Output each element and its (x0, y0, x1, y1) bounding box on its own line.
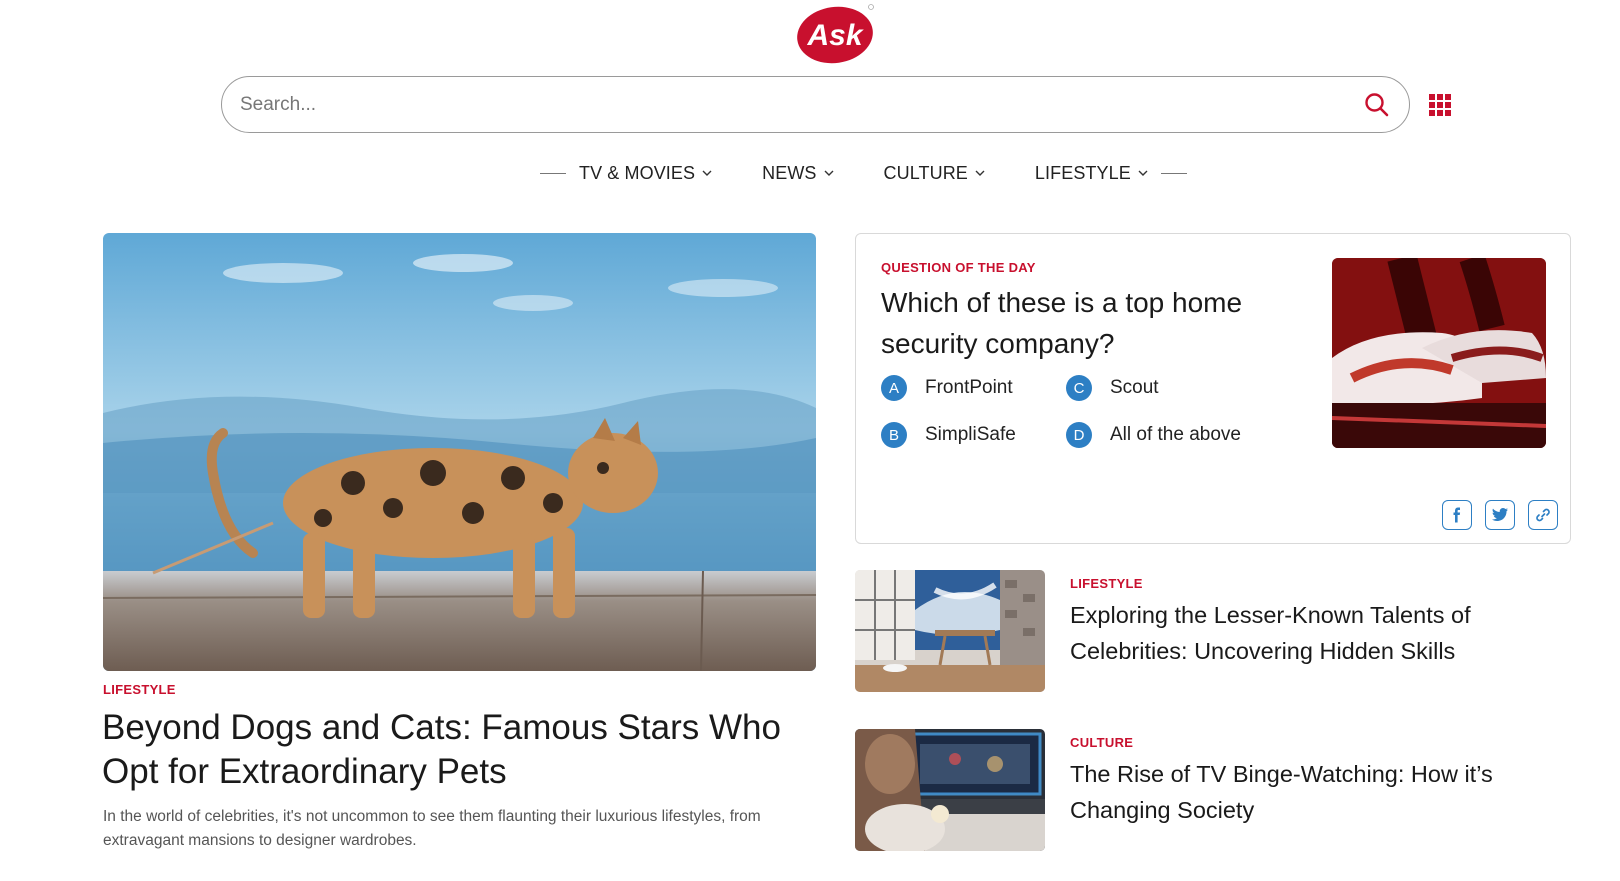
side-article-category[interactable]: LIFESTYLE (1070, 576, 1143, 591)
question-card: QUESTION OF THE DAY Which of these is a … (855, 233, 1571, 544)
side-article-category[interactable]: CULTURE (1070, 735, 1133, 750)
hero-image[interactable] (103, 233, 816, 671)
answer-text: SimpliSafe (925, 424, 1016, 445)
apps-grid-icon[interactable] (1429, 94, 1451, 116)
nav-divider-left (540, 172, 566, 174)
answer-option-b[interactable]: B SimpliSafe (881, 422, 1016, 448)
hero-description: In the world of celebrities, it's not un… (103, 808, 761, 849)
answer-text: All of the above (1110, 424, 1241, 445)
side-article-image[interactable] (855, 570, 1045, 692)
facebook-icon[interactable] (1442, 500, 1472, 530)
answer-option-c[interactable]: C Scout (1066, 375, 1159, 401)
question-text: Which of these is a top home security co… (881, 287, 1243, 359)
side-article-title[interactable]: The Rise of TV Binge-Watching: How it’s … (1070, 756, 1570, 828)
search-bar (221, 76, 1410, 133)
question-label: QUESTION OF THE DAY (881, 260, 1036, 275)
chevron-down-icon (702, 170, 712, 176)
hero-title[interactable]: Beyond Dogs and Cats: Famous Stars Who O… (102, 706, 822, 794)
chevron-down-icon (1138, 170, 1148, 176)
main-nav: TV & MOVIES NEWS CULTURE LIFESTYLE (540, 160, 1187, 186)
answer-option-a[interactable]: A FrontPoint (881, 375, 1013, 401)
search-icon[interactable] (1363, 91, 1391, 119)
answer-text: FrontPoint (925, 377, 1013, 398)
nav-divider-right (1160, 172, 1187, 174)
answer-letter-badge: D (1066, 422, 1092, 448)
answer-letter-badge: B (881, 422, 907, 448)
chevron-down-icon (975, 170, 985, 176)
answer-letter-badge: C (1066, 375, 1092, 401)
side-article-title[interactable]: Exploring the Lesser-Known Talents of Ce… (1070, 597, 1570, 669)
twitter-icon[interactable] (1485, 500, 1515, 530)
link-icon[interactable] (1528, 500, 1558, 530)
answer-option-d[interactable]: D All of the above (1066, 422, 1241, 448)
nav-item-label: LIFESTYLE (1034, 162, 1131, 183)
nav-item-lifestyle[interactable]: LIFESTYLE (1035, 163, 1149, 184)
question-image (1332, 258, 1546, 448)
answer-letter-badge: A (881, 375, 907, 401)
nav-item-label: TV & MOVIES (579, 162, 696, 183)
nav-item-label: NEWS (762, 162, 817, 183)
answer-text: Scout (1110, 377, 1159, 398)
nav-item-news[interactable]: NEWS (762, 163, 834, 184)
hero-category[interactable]: LIFESTYLE (103, 682, 176, 697)
search-input[interactable] (240, 77, 1320, 132)
nav-item-tv-movies[interactable]: TV & MOVIES (579, 163, 713, 184)
ask-logo[interactable]: Ask (797, 4, 877, 64)
nav-item-label: CULTURE (883, 162, 968, 183)
logo-text: Ask (806, 19, 863, 52)
nav-item-culture[interactable]: CULTURE (884, 163, 986, 184)
chevron-down-icon (824, 170, 834, 176)
side-article-image[interactable] (855, 729, 1045, 851)
